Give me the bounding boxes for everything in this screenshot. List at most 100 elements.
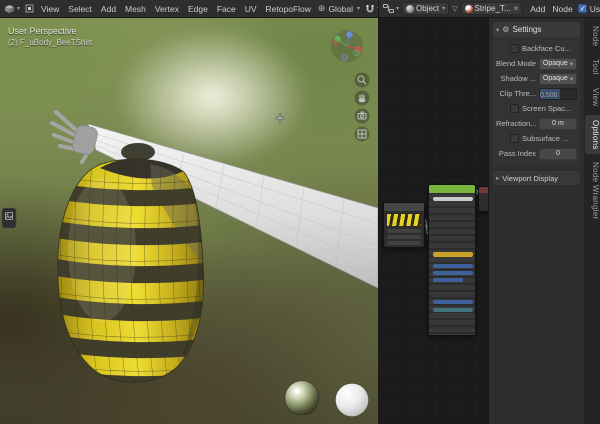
clip-threshold-slider[interactable]: 0.500: [539, 88, 577, 100]
object-icon: [406, 5, 414, 13]
node-header: [479, 187, 488, 193]
navigation-gizmo[interactable]: [331, 30, 363, 62]
viewport-display-label: Viewport Display: [502, 174, 558, 183]
value-row-blue[interactable]: [433, 264, 473, 268]
refraction-depth-value: 0 m: [552, 120, 564, 127]
magnet-icon: [365, 4, 375, 14]
torso-mesh[interactable]: [50, 157, 212, 390]
blend-mode-dropdown[interactable]: Opaque ▾: [539, 58, 577, 70]
menu-mesh[interactable]: Mesh: [123, 4, 148, 14]
subsurface-label: Subsurface ...: [522, 134, 568, 143]
filter-icon[interactable]: ▽: [452, 5, 457, 13]
subsurface-checkbox[interactable]: [510, 134, 519, 143]
chevron-down-icon: ▾: [357, 5, 360, 12]
menu-select[interactable]: Select: [66, 4, 94, 14]
tab-view[interactable]: View: [585, 83, 600, 111]
screen-space-refraction-row: Screen Spac...: [496, 102, 577, 115]
tab-tool[interactable]: Tool: [585, 54, 600, 80]
material-preview-spheres: [285, 381, 369, 417]
value-row-blue[interactable]: [433, 271, 473, 275]
value-row-blue[interactable]: [433, 300, 473, 304]
chevron-down-icon: ▾: [442, 5, 445, 12]
backface-culling-label: Backface Cu...: [522, 44, 571, 53]
settings-panel-title: Settings: [512, 25, 541, 34]
camera-view-button[interactable]: [355, 109, 370, 124]
active-object-overlay: (2) F_uBody_BeeTShirt: [8, 38, 92, 47]
chevron-down-icon: ▾: [17, 5, 20, 12]
shadow-mode-value: Opaque: [543, 75, 568, 82]
pass-index-label: Pass Index: [496, 149, 536, 158]
shader-type-label: Object: [416, 4, 439, 13]
node-row: [387, 241, 421, 245]
refraction-depth-row: Refraction... 0 m: [496, 117, 577, 130]
backface-culling-checkbox[interactable]: [510, 44, 519, 53]
settings-panel-header[interactable]: ▾ ⚙ Settings: [493, 22, 580, 37]
pan-button[interactable]: [355, 91, 370, 106]
viewport-canvas[interactable]: User Perspective (2) F_uBody_BeeTShirt: [0, 18, 378, 424]
chevron-down-icon: ▾: [570, 75, 573, 83]
pass-index-field[interactable]: 0: [539, 148, 577, 160]
menu-retopoflow[interactable]: RetopoFlow: [264, 4, 313, 14]
gizmo-z-axis[interactable]: [346, 31, 352, 37]
blend-mode-value: Opaque: [543, 60, 568, 67]
color-row-yellow[interactable]: [433, 252, 473, 257]
vertex-select-icon: [25, 4, 34, 13]
viewport-editor-icon: [4, 3, 15, 14]
chevron-down-icon: ▾: [396, 5, 399, 12]
node-group[interactable]: [428, 184, 476, 336]
material-output-node[interactable]: [478, 186, 488, 212]
screen-space-refraction-checkbox[interactable]: [510, 104, 519, 113]
editor-type-button[interactable]: ▾: [4, 3, 20, 14]
transform-orientation-dropdown[interactable]: ⊕ Global ▾: [318, 3, 360, 14]
menu-vertex[interactable]: Vertex: [153, 4, 181, 14]
material-datablock[interactable]: Stripe_T... ×: [461, 2, 523, 15]
menu-add[interactable]: Add: [99, 4, 118, 14]
menu-node[interactable]: Node: [550, 4, 574, 14]
tab-options[interactable]: Options: [585, 115, 600, 155]
neck-mesh[interactable]: [121, 143, 155, 161]
viewport-header: ▾ View Select Add Mesh Vertex Edge Face …: [0, 0, 378, 18]
use-nodes-checkbox[interactable]: [578, 4, 587, 13]
hand-mesh[interactable]: [52, 112, 99, 162]
editor-type-button[interactable]: ▾: [383, 3, 399, 14]
tab-node-wrangler[interactable]: Node Wrangler: [585, 157, 600, 225]
select-mode-buttons[interactable]: [25, 4, 34, 13]
clip-threshold-value: 0.500: [540, 92, 558, 99]
viewport-scene: [0, 18, 378, 424]
viewport-display-panel-header[interactable]: ▸ Viewport Display: [493, 171, 580, 185]
refraction-depth-field[interactable]: 0 m: [539, 118, 577, 130]
collapsed-arrow-icon: ▸: [496, 174, 499, 182]
view-name-overlay: User Perspective: [8, 26, 77, 36]
shader-type-dropdown[interactable]: Object ▾: [402, 2, 449, 15]
value-row-teal[interactable]: [433, 308, 473, 312]
zoom-button[interactable]: [355, 73, 370, 88]
value-slider-row[interactable]: [433, 197, 473, 201]
material-name: Stripe_T...: [475, 4, 511, 13]
expand-arrow-icon: ▾: [496, 26, 499, 34]
menu-face[interactable]: Face: [215, 4, 238, 14]
chevron-down-icon: ▾: [570, 60, 573, 68]
screen-space-refraction-label: Screen Spac...: [522, 104, 571, 113]
shadow-mode-label: Shadow ...: [496, 74, 536, 83]
menu-uv[interactable]: UV: [243, 4, 259, 14]
node-body: [429, 194, 475, 335]
refraction-depth-label: Refraction...: [496, 119, 536, 128]
node-canvas[interactable]: [378, 18, 488, 424]
menu-edge[interactable]: Edge: [186, 4, 210, 14]
unlink-icon[interactable]: ×: [514, 4, 519, 13]
backface-culling-row: Backface Cu...: [496, 42, 577, 55]
blend-mode-row: Blend Mode Opaque ▾: [496, 57, 577, 70]
menu-view[interactable]: View: [39, 4, 61, 14]
shadow-mode-dropdown[interactable]: Opaque ▾: [539, 73, 577, 85]
value-row-blue[interactable]: [433, 278, 463, 282]
viewport-side-tab[interactable]: [2, 208, 16, 228]
use-nodes-toggle[interactable]: Use Nodes: [578, 4, 600, 14]
node-row: [387, 229, 421, 233]
tab-node[interactable]: Node: [585, 21, 600, 51]
pass-index-value: 0: [556, 150, 560, 157]
pass-index-row: Pass Index 0: [496, 147, 577, 160]
image-texture-node[interactable]: [383, 202, 425, 248]
perspective-toggle-button[interactable]: [355, 127, 370, 142]
menu-add-node[interactable]: Add: [528, 4, 547, 14]
node-header-green: [429, 185, 475, 193]
